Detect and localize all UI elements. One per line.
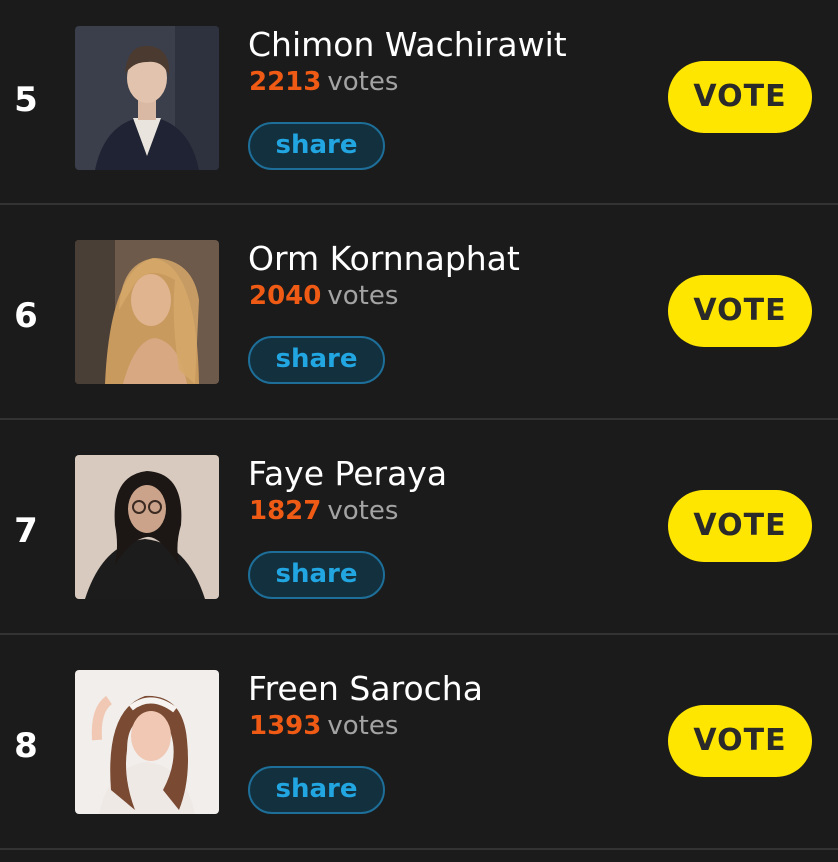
share-button[interactable]: share xyxy=(248,766,385,814)
votes-label: votes xyxy=(327,67,399,97)
share-button[interactable]: share xyxy=(248,336,385,384)
rank-number: 5 xyxy=(14,80,38,120)
candidate-name: Orm Kornnaphat xyxy=(248,239,520,278)
vote-button[interactable]: VOTE xyxy=(668,275,812,347)
vote-count: 2040 xyxy=(249,281,322,311)
vote-button[interactable]: VOTE xyxy=(668,61,812,133)
portrait-photo[interactable] xyxy=(75,670,219,814)
portrait-photo[interactable] xyxy=(75,455,219,599)
list-item: 8 Freen Sarocha 1393 votes share VOTE xyxy=(0,635,838,850)
list-item: 7 Faye Peraya 1827 votes share VOTE xyxy=(0,420,838,635)
votes-label: votes xyxy=(327,281,399,311)
votes-label: votes xyxy=(327,496,399,526)
rank-number: 6 xyxy=(14,296,38,336)
portrait-photo[interactable] xyxy=(75,26,219,170)
vote-button[interactable]: VOTE xyxy=(668,705,812,777)
vote-tally: 2040 votes xyxy=(249,280,398,312)
candidate-name: Freen Sarocha xyxy=(248,669,483,708)
vote-button[interactable]: VOTE xyxy=(668,490,812,562)
vote-count: 1827 xyxy=(249,496,322,526)
list-item: 5 Chimon Wachirawit 2213 votes share VOTE xyxy=(0,0,838,205)
rank-number: 7 xyxy=(14,511,38,551)
vote-tally: 2213 votes xyxy=(249,66,398,98)
rank-number: 8 xyxy=(14,726,38,766)
vote-count: 2213 xyxy=(249,67,322,97)
vote-count: 1393 xyxy=(249,711,322,741)
candidate-name: Chimon Wachirawit xyxy=(248,25,567,64)
leaderboard-list: 5 Chimon Wachirawit 2213 votes share VOTE… xyxy=(0,0,838,850)
candidate-name: Faye Peraya xyxy=(248,454,448,493)
share-button[interactable]: share xyxy=(248,122,385,170)
vote-tally: 1393 votes xyxy=(249,710,398,742)
share-button[interactable]: share xyxy=(248,551,385,599)
portrait-photo[interactable] xyxy=(75,240,219,384)
votes-label: votes xyxy=(327,711,399,741)
list-item: 6 Orm Kornnaphat 2040 votes share VOTE xyxy=(0,205,838,420)
vote-tally: 1827 votes xyxy=(249,495,398,527)
